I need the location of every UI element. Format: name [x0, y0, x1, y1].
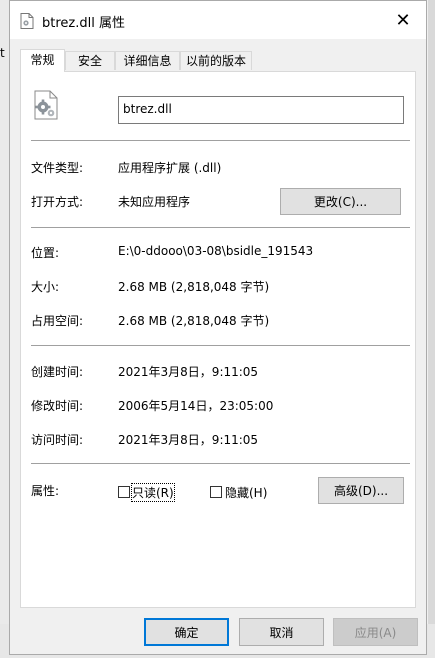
- open-with-label: 打开方式:: [31, 195, 84, 209]
- background-text: t: [0, 46, 5, 60]
- file-name-field[interactable]: btrez.dll: [118, 96, 404, 124]
- attributes-label: 属性:: [31, 484, 60, 498]
- open-with-value: 未知应用程序: [118, 195, 191, 209]
- created-label: 创建时间:: [31, 365, 84, 379]
- size-value: 2.68 MB (2,818,048 字节): [118, 280, 270, 294]
- separator: [31, 463, 410, 464]
- size-label: 大小:: [31, 280, 60, 294]
- location-value: E:\0-ddooo\03-08\bsidle_191543: [118, 244, 314, 258]
- background-window-left: t: [0, 0, 9, 658]
- modified-value: 2006年5月14日，23:05:00: [118, 399, 274, 413]
- modified-label: 修改时间:: [31, 399, 84, 413]
- tab-details[interactable]: 详细信息: [115, 51, 180, 70]
- dll-file-gear-icon: [33, 90, 59, 120]
- file-type-value: 应用程序扩展 (.dll): [118, 161, 222, 175]
- close-icon[interactable]: ✕: [380, 1, 426, 39]
- file-type-label: 文件类型:: [31, 161, 84, 175]
- change-button[interactable]: 更改(C)...: [280, 188, 401, 215]
- size-on-disk-value: 2.68 MB (2,818,048 字节): [118, 314, 270, 328]
- size-on-disk-label: 占用空间:: [31, 314, 84, 328]
- readonly-checkbox[interactable]: [118, 486, 130, 498]
- background-window-right: 3/: [424, 0, 435, 658]
- ok-button[interactable]: 确定: [144, 618, 229, 646]
- advanced-button[interactable]: 高级(D)...: [318, 477, 404, 504]
- hidden-checkbox[interactable]: [210, 486, 222, 498]
- separator: [31, 140, 410, 141]
- general-tab-panel: btrez.dll 文件类型: 应用程序扩展 (.dll) 打开方式: 未知应用…: [20, 71, 416, 608]
- apply-button[interactable]: 应用(A): [333, 618, 418, 646]
- separator: [31, 227, 410, 228]
- separator: [31, 345, 410, 346]
- title-bar[interactable]: btrez.dll 属性 ✕: [10, 1, 426, 39]
- hidden-label[interactable]: 隐藏(H): [225, 484, 267, 501]
- location-label: 位置:: [31, 246, 60, 260]
- accessed-value: 2021年3月8日，9:11:05: [118, 433, 259, 447]
- dll-file-icon: [20, 13, 34, 29]
- tab-security[interactable]: 安全: [65, 51, 115, 70]
- readonly-label[interactable]: 只读(R): [131, 483, 175, 502]
- tab-general[interactable]: 常规: [20, 49, 65, 72]
- window-title: btrez.dll 属性: [42, 16, 125, 31]
- tab-previous-versions[interactable]: 以前的版本: [180, 51, 252, 70]
- cancel-button[interactable]: 取消: [239, 618, 324, 646]
- created-value: 2021年3月8日，9:11:05: [118, 365, 259, 379]
- properties-dialog: btrez.dll 属性 ✕ 常规 安全 详细信息 以前的版本 btrez.dl…: [9, 0, 427, 655]
- accessed-label: 访问时间:: [31, 433, 84, 447]
